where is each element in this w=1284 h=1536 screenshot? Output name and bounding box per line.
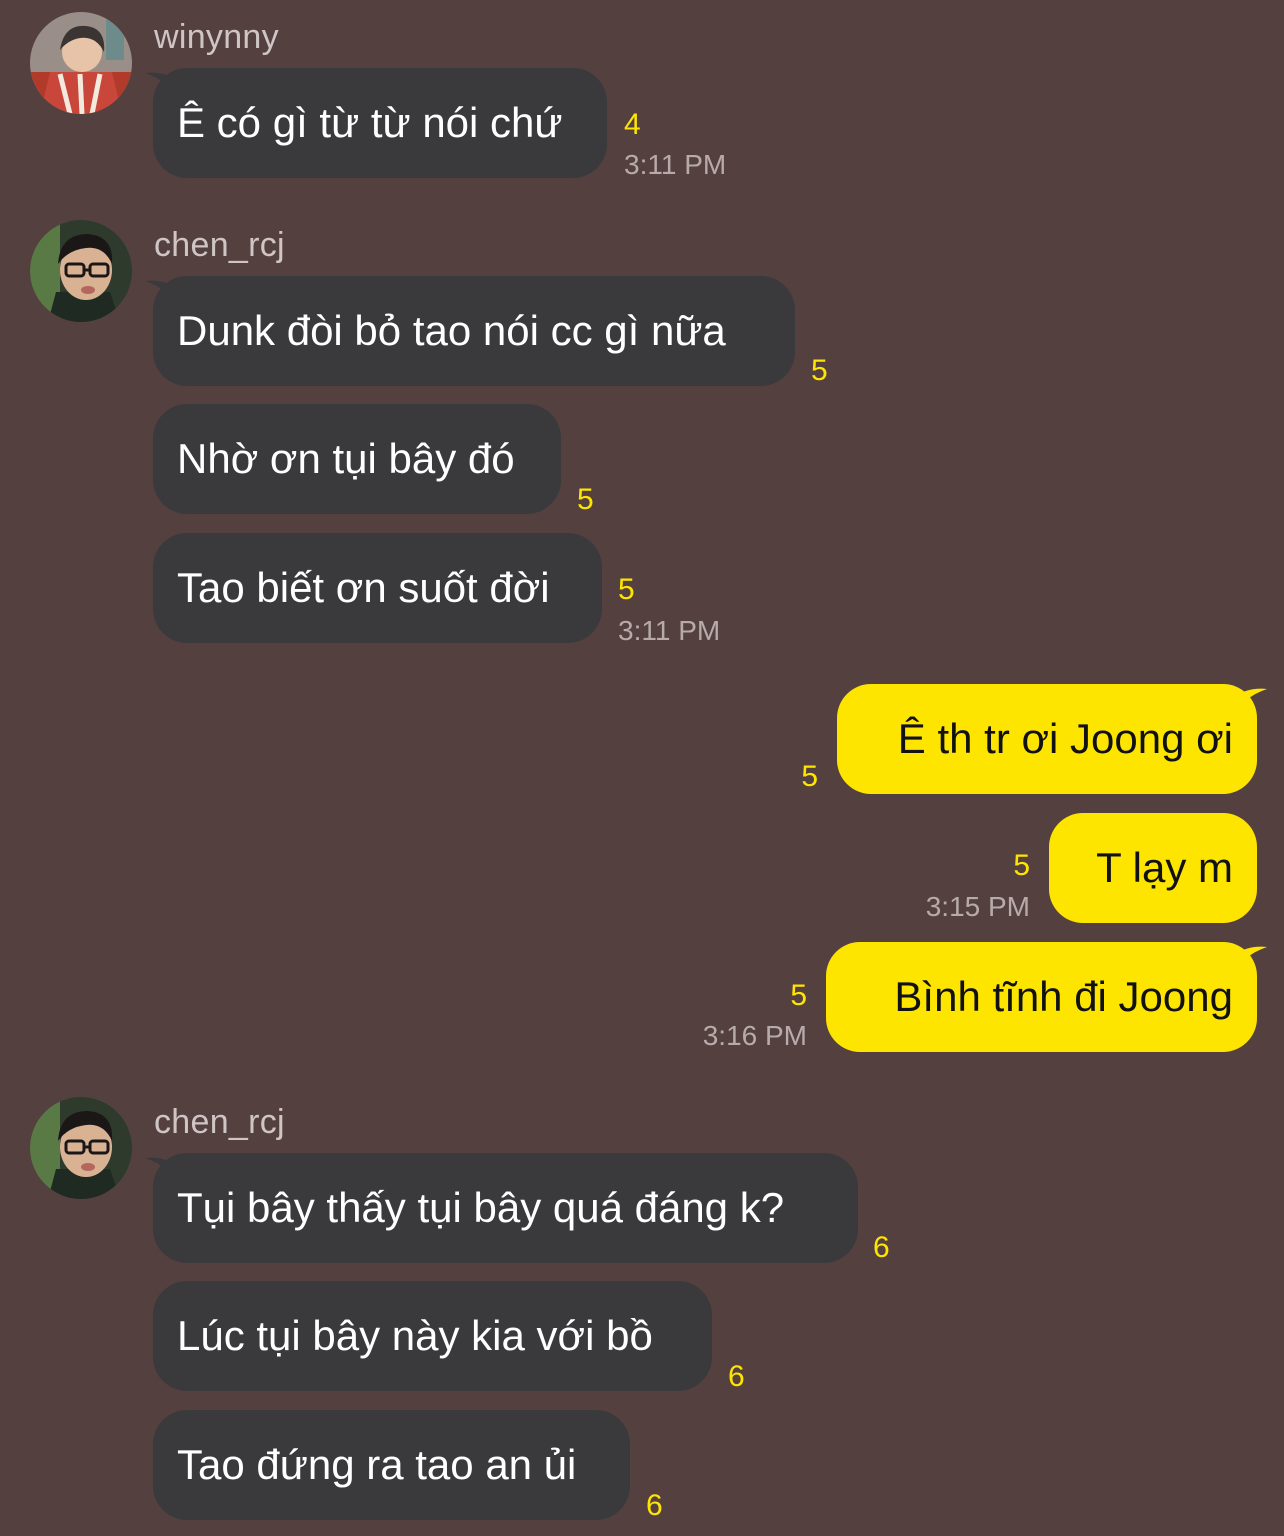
timestamp: 3:15 PM bbox=[925, 891, 1030, 922]
bubble-tail bbox=[1233, 687, 1267, 717]
message-text: Tụi bây thấy tụi bây quá đáng k? bbox=[177, 1184, 785, 1231]
message-text: Lúc tụi bây này kia với bồ bbox=[177, 1312, 653, 1359]
sender-name: chen_rcj bbox=[154, 226, 285, 264]
message-text: Bình tĩnh đi Joong bbox=[894, 973, 1233, 1020]
message-bubble[interactable]: Bình tĩnh đi Joong bbox=[826, 942, 1257, 1052]
unread-count: 5 bbox=[1013, 849, 1030, 882]
message-bubble[interactable]: Lúc tụi bây này kia với bồ bbox=[153, 1281, 712, 1391]
timestamp: 3:11 PM bbox=[624, 149, 727, 180]
avatar-chen-rcj[interactable] bbox=[30, 1097, 132, 1199]
message-bubble[interactable]: Tao đứng ra tao an ủi bbox=[153, 1410, 630, 1520]
unread-count: 5 bbox=[790, 979, 807, 1012]
sender-name: winynny bbox=[154, 18, 279, 56]
unread-count: 6 bbox=[873, 1231, 890, 1264]
sender-name: chen_rcj bbox=[154, 1103, 285, 1141]
message-text: Tao biết ơn suốt đời bbox=[177, 564, 550, 611]
message-bubble[interactable]: Ê th tr ơi Joong ơi bbox=[837, 684, 1257, 794]
message-bubble[interactable]: Dunk đòi bỏ tao nói cc gì nữa bbox=[153, 276, 795, 386]
timestamp: 3:11 PM bbox=[618, 615, 721, 646]
unread-count: 5 bbox=[618, 573, 635, 606]
unread-count: 6 bbox=[646, 1489, 663, 1522]
message-text: Ê th tr ơi Joong ơi bbox=[897, 715, 1233, 762]
message-text: Nhờ ơn tụi bây đó bbox=[177, 435, 515, 482]
unread-count: 5 bbox=[801, 760, 818, 793]
avatar-chen-rcj[interactable] bbox=[30, 220, 132, 322]
message-text: T lạy m bbox=[1096, 844, 1233, 891]
unread-count: 5 bbox=[577, 483, 594, 516]
unread-count: 6 bbox=[728, 1360, 745, 1393]
timestamp: 3:16 PM bbox=[702, 1020, 807, 1051]
message-bubble[interactable]: Ê có gì từ từ nói chứ bbox=[153, 68, 607, 178]
avatar-winynny[interactable] bbox=[30, 12, 132, 114]
bubble-tail bbox=[1233, 945, 1267, 975]
message-text: Tao đứng ra tao an ủi bbox=[177, 1441, 577, 1488]
unread-count: 5 bbox=[811, 354, 828, 387]
message-text: Ê có gì từ từ nói chứ bbox=[177, 99, 563, 146]
unread-count: 4 bbox=[624, 108, 641, 141]
message-text: Dunk đòi bỏ tao nói cc gì nữa bbox=[177, 307, 726, 354]
message-bubble[interactable]: Nhờ ơn tụi bây đó bbox=[153, 404, 561, 514]
message-bubble[interactable]: T lạy m bbox=[1049, 813, 1257, 923]
message-bubble[interactable]: Tụi bây thấy tụi bây quá đáng k? bbox=[153, 1153, 858, 1263]
message-bubble[interactable]: Tao biết ơn suốt đời bbox=[153, 533, 602, 643]
